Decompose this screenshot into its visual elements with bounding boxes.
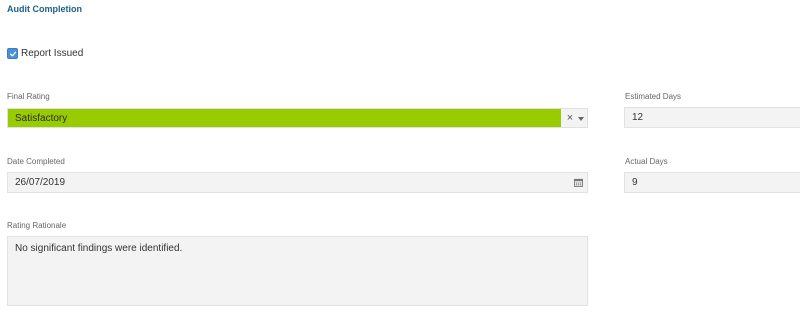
- date-completed-input[interactable]: 26/07/2019: [7, 172, 588, 193]
- calendar-icon[interactable]: [574, 178, 583, 187]
- date-completed-label: Date Completed: [7, 157, 65, 166]
- final-rating-label: Final Rating: [7, 92, 50, 101]
- final-rating-select[interactable]: Satisfactory ×: [7, 108, 588, 128]
- actual-days-input[interactable]: 9: [624, 172, 800, 193]
- clear-icon[interactable]: ×: [565, 109, 575, 127]
- rating-rationale-textarea[interactable]: No significant findings were identified.: [7, 236, 588, 306]
- final-rating-value: Satisfactory: [8, 109, 561, 127]
- chevron-down-icon[interactable]: [578, 117, 584, 121]
- section-title: Audit Completion: [7, 4, 82, 14]
- rating-rationale-label: Rating Rationale: [7, 221, 67, 230]
- estimated-days-input[interactable]: 12: [624, 107, 800, 128]
- report-issued-label: Report Issued: [21, 48, 84, 59]
- date-completed-value: 26/07/2019: [15, 177, 66, 188]
- checkmark-icon: [9, 51, 16, 56]
- report-issued-row[interactable]: Report Issued: [7, 48, 83, 59]
- report-issued-checkbox[interactable]: [7, 48, 18, 59]
- actual-days-label: Actual Days: [625, 157, 668, 166]
- estimated-days-label: Estimated Days: [625, 92, 682, 101]
